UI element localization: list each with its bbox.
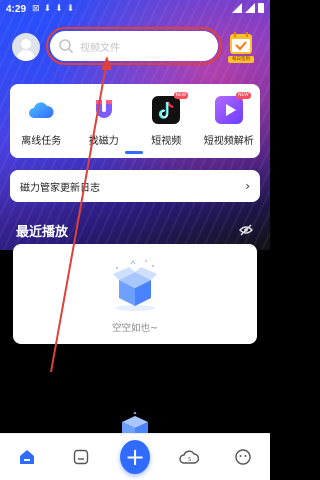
bottom-nav: + S [0, 433, 270, 480]
checkin-label[interactable]: 每日签到 [228, 56, 254, 63]
nav-profile[interactable] [228, 442, 258, 472]
play-icon: NEW [214, 92, 251, 124]
feature-scroll-indicator [125, 151, 143, 154]
new-badge: NEW [173, 92, 189, 99]
nav-files[interactable] [66, 442, 96, 472]
recent-play-card: 空空如也~ [13, 244, 257, 344]
update-log-item[interactable]: 磁力管家更新日志 › [10, 170, 260, 202]
box-illustration-icon [122, 412, 148, 434]
recent-play-title: 最近播放 [16, 225, 69, 240]
status-time: 4:29 [6, 3, 27, 15]
download-icon: ⬇ [66, 4, 75, 14]
avatar[interactable] [12, 33, 40, 61]
empty-state-text: 空空如也~ [112, 323, 158, 334]
battery-icon [258, 3, 264, 13]
cloud-icon [29, 102, 54, 118]
smile-icon [235, 449, 251, 465]
plus-icon: + [120, 440, 150, 474]
feature-grid: 离线任务 找磁力 NEW 短视频 NEW 短视频解析 [10, 84, 260, 158]
search-input[interactable]: 视频文件 [46, 27, 222, 65]
magnet-icon [95, 100, 112, 118]
new-badge: NEW [236, 92, 251, 99]
nav-add[interactable]: + [120, 440, 150, 474]
svg-text:S: S [188, 457, 191, 463]
tiktok-icon: NEW [152, 92, 189, 124]
status-bar: 4:29 ⊠ ⬇ ⬇ ⬇ [0, 0, 270, 18]
feature-label: 离线任务 [21, 136, 62, 147]
update-log-label: 磁力管家更新日志 [20, 182, 100, 194]
empty-box-icon [113, 259, 157, 311]
home-icon [20, 450, 34, 464]
feature-label: 短视频解析 [203, 136, 254, 147]
feature-label: 短视频 [151, 136, 182, 147]
search-icon [59, 39, 73, 53]
wifi-icon [232, 3, 242, 13]
eye-off-icon[interactable] [239, 224, 253, 236]
feature-label: 找磁力 [88, 136, 119, 147]
calendar-check-icon[interactable] [228, 30, 254, 58]
search-placeholder: 视频文件 [80, 42, 120, 54]
download-icon: ⬇ [43, 4, 52, 14]
chevron-right-icon: › [245, 179, 250, 193]
notification-icon: ⊠ [32, 4, 40, 14]
feature-find-magnet[interactable]: 找磁力 [76, 96, 132, 158]
feature-short-video[interactable]: NEW 短视频 [138, 92, 194, 158]
nav-home[interactable] [12, 442, 42, 472]
cloud-icon: S [179, 450, 199, 464]
feature-video-parse[interactable]: NEW 短视频解析 [201, 92, 257, 158]
signal-icon [245, 3, 255, 13]
nav-cloud[interactable]: S [174, 442, 204, 472]
feature-offline-tasks[interactable]: 离线任务 [13, 96, 69, 158]
file-icon [73, 449, 89, 465]
download-icon: ⬇ [55, 4, 63, 14]
